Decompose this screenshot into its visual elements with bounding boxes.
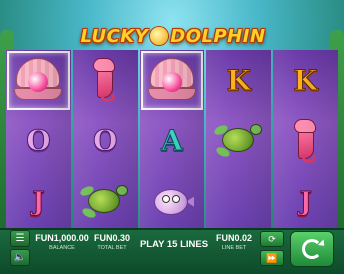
turtle-icon (79, 183, 130, 221)
letter-symbol-j: J (299, 186, 312, 217)
reel-cell: K (206, 50, 271, 111)
balance-meter: FUN1,000.00 BALANCE (34, 233, 90, 251)
fast-forward-icon: ⏩ (266, 252, 278, 263)
letter-symbol-k: K (293, 63, 318, 97)
reel-cell (73, 50, 138, 111)
game-logo: LUCKY DOLPHIN (78, 22, 268, 50)
letter-symbol-k: K (226, 63, 251, 97)
menu-button[interactable]: ☰ (10, 230, 30, 247)
menu-icon: ☰ (15, 233, 25, 244)
fast-forward-button[interactable]: ⏩ (260, 250, 284, 266)
letter-symbol-j: J (32, 186, 45, 217)
autoplay-button[interactable]: ⟳ (260, 231, 284, 247)
reel-grid: OJOAKKJ (6, 50, 338, 232)
seahorse-icon (87, 58, 123, 103)
reel-cell: J (6, 171, 71, 232)
total-bet-value: FUN0.30 (93, 233, 130, 243)
reel-cell: O (6, 111, 71, 172)
reel-cell (73, 171, 138, 232)
seahorse-icon (288, 118, 324, 163)
reel-4: K (206, 50, 272, 232)
reel-cell (7, 51, 70, 110)
spin-button[interactable] (290, 231, 334, 267)
total-bet-label: TOTAL BET (97, 245, 127, 251)
reel-cell: K (273, 50, 338, 111)
line-bet-meter[interactable]: FUN0.02 LINE BET (214, 233, 254, 251)
reel-cell (140, 171, 205, 232)
reel-3: A (139, 50, 205, 232)
logo-word-lucky: LUCKY (80, 25, 149, 47)
reel-cell (206, 171, 271, 232)
sound-button[interactable]: 🔈 (10, 249, 30, 266)
total-bet-meter[interactable]: FUN0.30 TOTAL BET (92, 233, 132, 251)
reel-cell (273, 111, 338, 172)
letter-symbol-a: A (161, 124, 184, 158)
reel-cell: A (140, 111, 205, 172)
logo-word-dolphin: DOLPHIN (170, 25, 266, 47)
balance-label: BALANCE (49, 245, 75, 251)
spin-icon (302, 239, 322, 259)
reel-cell: O (73, 111, 138, 172)
balance-value: FUN1,000.00 (35, 233, 89, 243)
reel-cell (206, 111, 271, 172)
letter-symbol-o: O (92, 124, 118, 158)
reel-cell: J (273, 171, 338, 232)
line-bet-value: FUN0.02 (215, 233, 252, 243)
line-bet-label: LINE BET (221, 245, 247, 251)
pearl-shell-icon (14, 58, 63, 102)
autoplay-icon: ⟳ (268, 233, 276, 244)
play-lines-button[interactable]: PLAY 15 LINES (138, 234, 210, 254)
reel-cell (140, 51, 204, 110)
dolphin-icon (150, 27, 169, 45)
reel-5: KJ (273, 50, 338, 232)
puffer-fish-icon (150, 185, 194, 219)
sound-icon: 🔈 (13, 252, 27, 263)
letter-symbol-o: O (26, 124, 51, 158)
pearl-shell-icon (147, 58, 196, 102)
reel-2: O (72, 50, 138, 232)
reel-1: OJ (6, 50, 71, 232)
turtle-icon (212, 122, 264, 160)
